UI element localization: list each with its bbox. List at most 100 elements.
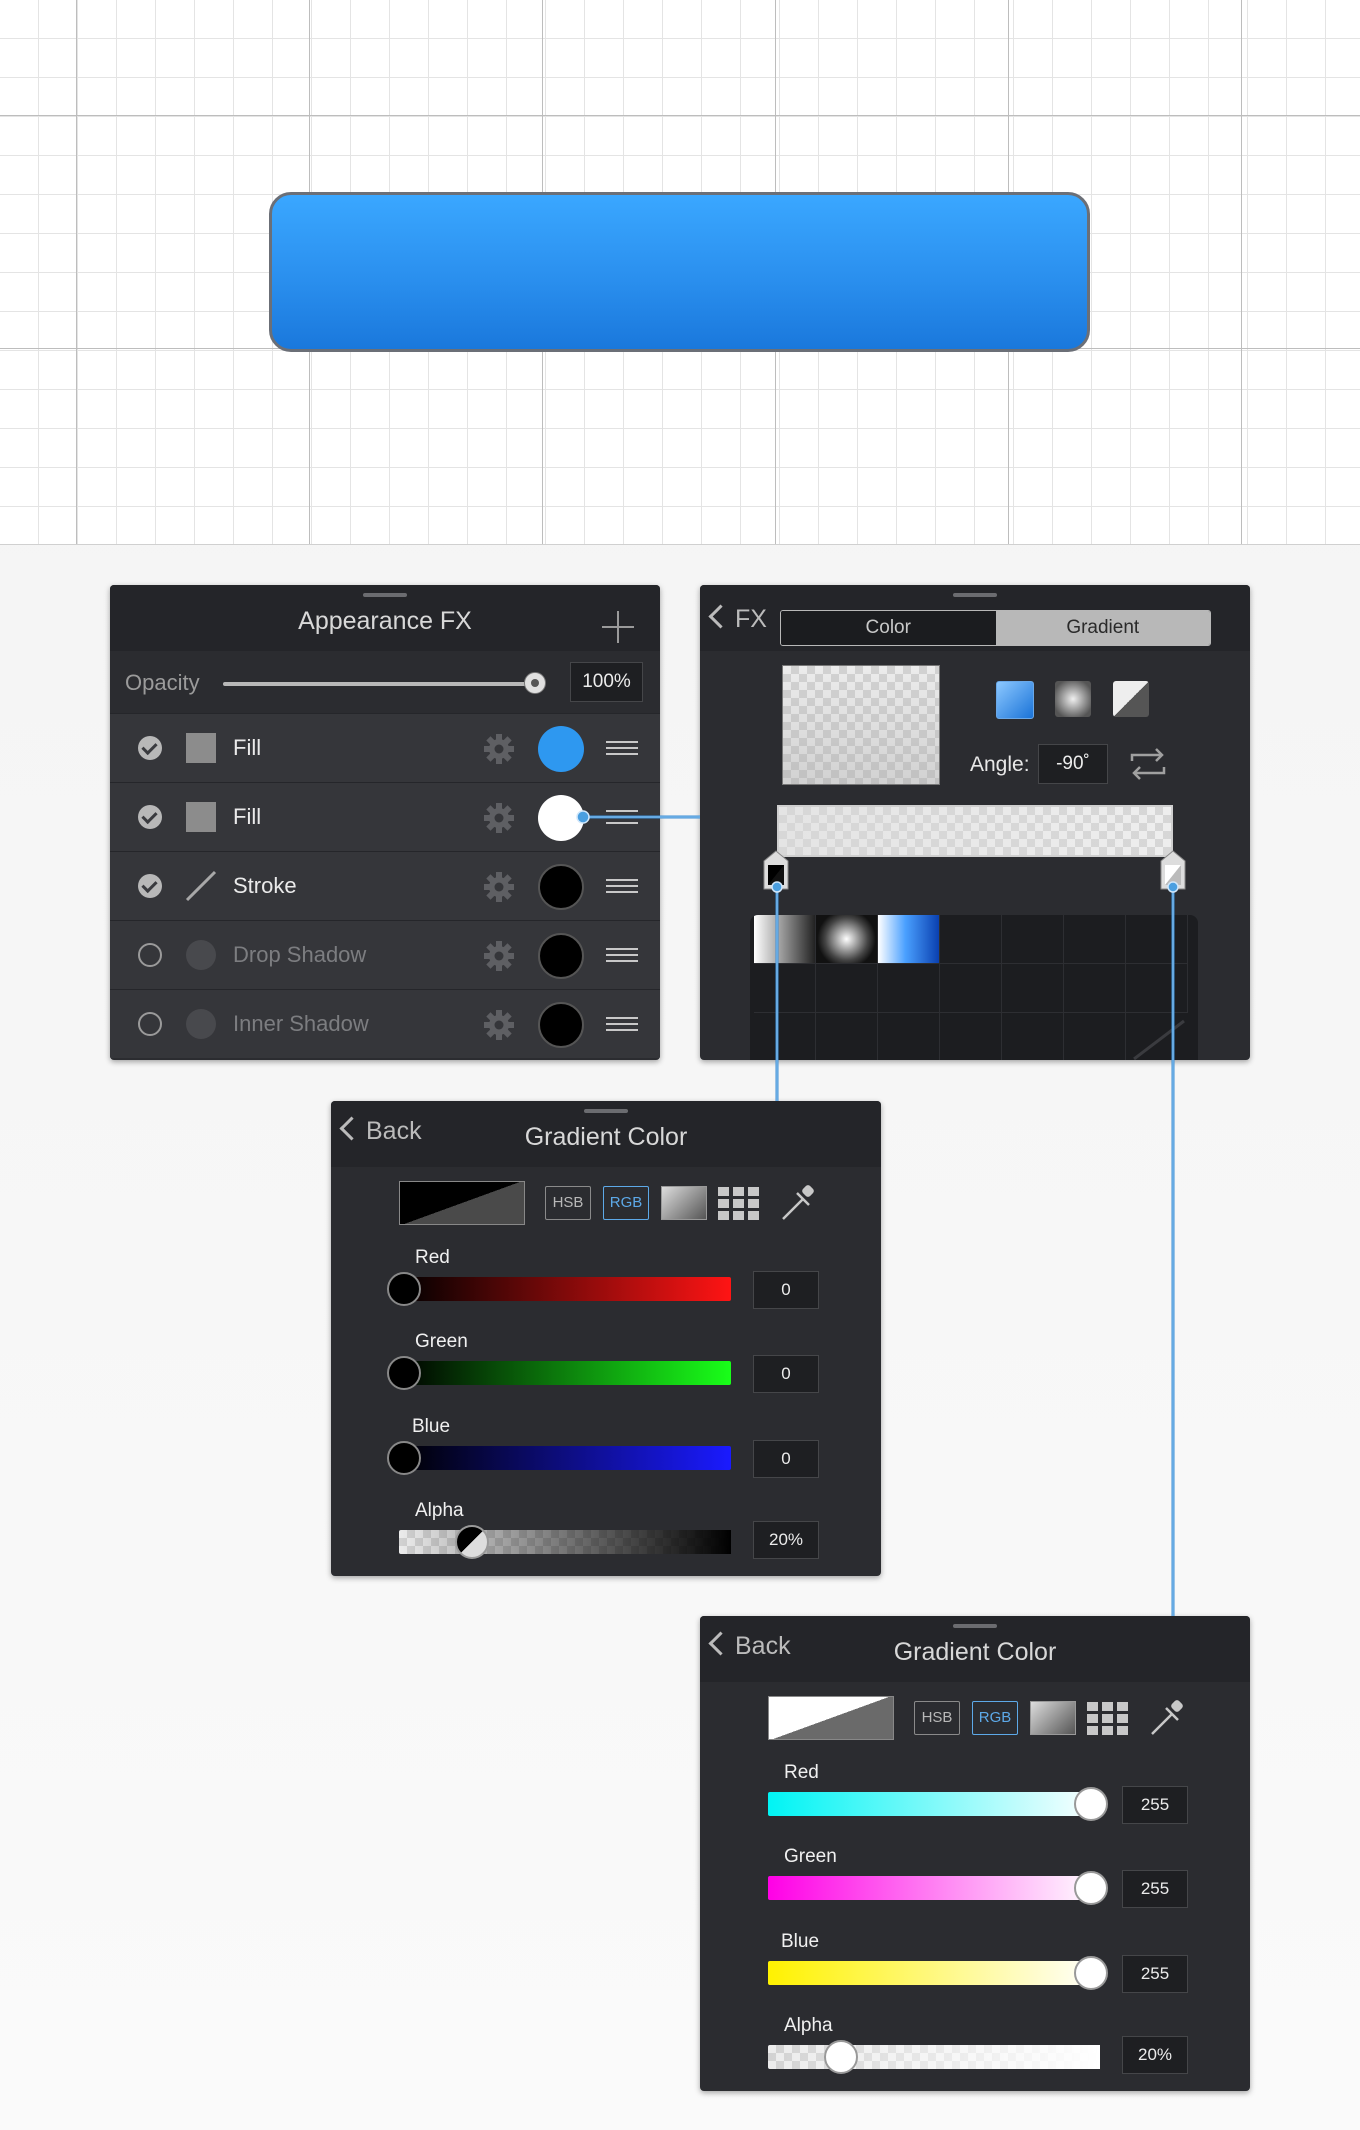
layer-row[interactable]: Fill — [110, 782, 660, 851]
image-mode-icon[interactable] — [661, 1186, 707, 1220]
gear-icon[interactable] — [482, 801, 516, 835]
linear-gradient-type-icon[interactable] — [996, 681, 1034, 719]
opacity-slider-track[interactable] — [223, 682, 537, 686]
reorder-handle-icon[interactable] — [606, 741, 638, 755]
preset-empty[interactable] — [1126, 915, 1188, 964]
preset-empty[interactable] — [878, 1013, 940, 1060]
layer-row[interactable]: Stroke — [110, 851, 660, 920]
hsb-mode-button[interactable]: HSB — [914, 1701, 960, 1735]
blue-slider-track[interactable] — [768, 1961, 1100, 1985]
resize-corner-icon[interactable] — [1126, 1013, 1188, 1060]
stroke-color-dot[interactable] — [538, 864, 584, 910]
green-slider-knob[interactable] — [387, 1356, 421, 1390]
eyedropper-icon[interactable] — [1148, 1698, 1186, 1738]
green-slider-knob[interactable] — [1074, 1871, 1108, 1905]
eyedropper-icon[interactable] — [779, 1183, 817, 1223]
reorder-handle-icon[interactable] — [606, 810, 638, 824]
preset-empty[interactable] — [940, 964, 1002, 1013]
red-slider-track[interactable] — [399, 1277, 731, 1301]
alpha-value-field[interactable]: 20% — [753, 1521, 819, 1559]
gear-icon[interactable] — [482, 1008, 516, 1042]
layer-enabled-checkbox[interactable] — [138, 736, 162, 760]
red-slider-knob[interactable] — [387, 1272, 421, 1306]
alpha-slider-knob[interactable] — [824, 2040, 858, 2074]
layer-enabled-checkbox[interactable] — [138, 1012, 162, 1036]
tab-gradient[interactable]: Gradient — [995, 611, 1210, 645]
rgb-mode-button[interactable]: RGB — [972, 1701, 1018, 1735]
layer-row[interactable]: Inner Shadow — [110, 989, 660, 1058]
preset-empty[interactable] — [754, 964, 816, 1013]
green-value-field[interactable]: 255 — [1122, 1870, 1188, 1908]
rgb-mode-button[interactable]: RGB — [603, 1186, 649, 1220]
blue-value-field[interactable]: 255 — [1122, 1955, 1188, 1993]
blue-value-field[interactable]: 0 — [753, 1440, 819, 1478]
gear-icon[interactable] — [482, 870, 516, 904]
preset-empty[interactable] — [1126, 964, 1188, 1013]
alpha-slider-knob[interactable] — [455, 1525, 489, 1559]
preset-empty[interactable] — [1002, 1013, 1064, 1060]
preset-linear-gray[interactable] — [754, 915, 816, 964]
green-value-field[interactable]: 0 — [753, 1355, 819, 1393]
layer-enabled-checkbox[interactable] — [138, 805, 162, 829]
back-to-fx-button[interactable]: FX — [708, 604, 767, 634]
drag-handle[interactable] — [953, 593, 997, 597]
shadow-color-dot[interactable] — [538, 933, 584, 979]
layer-row[interactable]: Fill — [110, 713, 660, 782]
blue-rounded-button-shape[interactable] — [269, 192, 1090, 352]
reorder-handle-icon[interactable] — [606, 1017, 638, 1031]
swatch-grid-icon[interactable] — [718, 1187, 760, 1220]
layer-row[interactable]: Drop Shadow — [110, 920, 660, 989]
hsb-mode-button[interactable]: HSB — [545, 1186, 591, 1220]
angle-value-field[interactable]: -90˚ — [1038, 744, 1108, 784]
alpha-slider-track[interactable] — [768, 2045, 1100, 2069]
preset-empty[interactable] — [816, 1013, 878, 1060]
alpha-value-field[interactable]: 20% — [1122, 2036, 1188, 2074]
red-value-field[interactable]: 255 — [1122, 1786, 1188, 1824]
reorder-handle-icon[interactable] — [606, 948, 638, 962]
green-slider-track[interactable] — [768, 1876, 1100, 1900]
blue-slider-track[interactable] — [399, 1446, 731, 1470]
reorder-handle-icon[interactable] — [606, 879, 638, 893]
gradient-bar[interactable] — [777, 805, 1173, 857]
drag-handle[interactable] — [584, 1109, 628, 1113]
fill-color-dot[interactable] — [538, 795, 584, 841]
gradient-stop-black[interactable] — [763, 850, 789, 890]
radial-gradient-type-icon[interactable] — [1055, 681, 1091, 717]
preset-empty[interactable] — [1064, 915, 1126, 964]
preset-empty[interactable] — [754, 1013, 816, 1060]
red-slider-track[interactable] — [768, 1792, 1100, 1816]
blue-slider-knob[interactable] — [387, 1441, 421, 1475]
preset-empty[interactable] — [1064, 1013, 1126, 1060]
drag-handle[interactable] — [363, 593, 407, 597]
color-gradient-segmented-control[interactable]: Color Gradient — [780, 610, 1211, 646]
preset-radial-gray[interactable] — [816, 915, 878, 964]
preset-empty[interactable] — [878, 964, 940, 1013]
blue-slider-knob[interactable] — [1074, 1956, 1108, 1990]
layer-enabled-checkbox[interactable] — [138, 874, 162, 898]
drag-handle[interactable] — [953, 1624, 997, 1628]
reverse-gradient-icon[interactable] — [1128, 747, 1168, 781]
tab-color[interactable]: Color — [781, 611, 996, 645]
design-canvas[interactable] — [0, 0, 1360, 545]
gear-icon[interactable] — [482, 732, 516, 766]
preset-linear-blue[interactable] — [878, 915, 940, 964]
image-mode-icon[interactable] — [1030, 1701, 1076, 1735]
opacity-value-field[interactable]: 100% — [570, 662, 643, 702]
shadow-color-dot[interactable] — [538, 1002, 584, 1048]
red-slider-knob[interactable] — [1074, 1787, 1108, 1821]
swatch-grid-icon[interactable] — [1087, 1702, 1129, 1735]
angle-gradient-type-icon[interactable] — [1113, 681, 1149, 717]
gear-icon[interactable] — [482, 939, 516, 973]
preset-empty[interactable] — [816, 964, 878, 1013]
alpha-slider-track[interactable] — [399, 1530, 731, 1554]
preset-empty[interactable] — [940, 1013, 1002, 1060]
add-effect-icon[interactable] — [602, 611, 634, 643]
layer-enabled-checkbox[interactable] — [138, 943, 162, 967]
gradient-stop-white[interactable] — [1160, 850, 1186, 890]
fill-color-dot[interactable] — [538, 726, 584, 772]
preset-empty[interactable] — [940, 915, 1002, 964]
green-slider-track[interactable] — [399, 1361, 731, 1385]
opacity-slider-knob[interactable] — [524, 672, 546, 694]
preset-empty[interactable] — [1002, 915, 1064, 964]
preset-empty[interactable] — [1002, 964, 1064, 1013]
